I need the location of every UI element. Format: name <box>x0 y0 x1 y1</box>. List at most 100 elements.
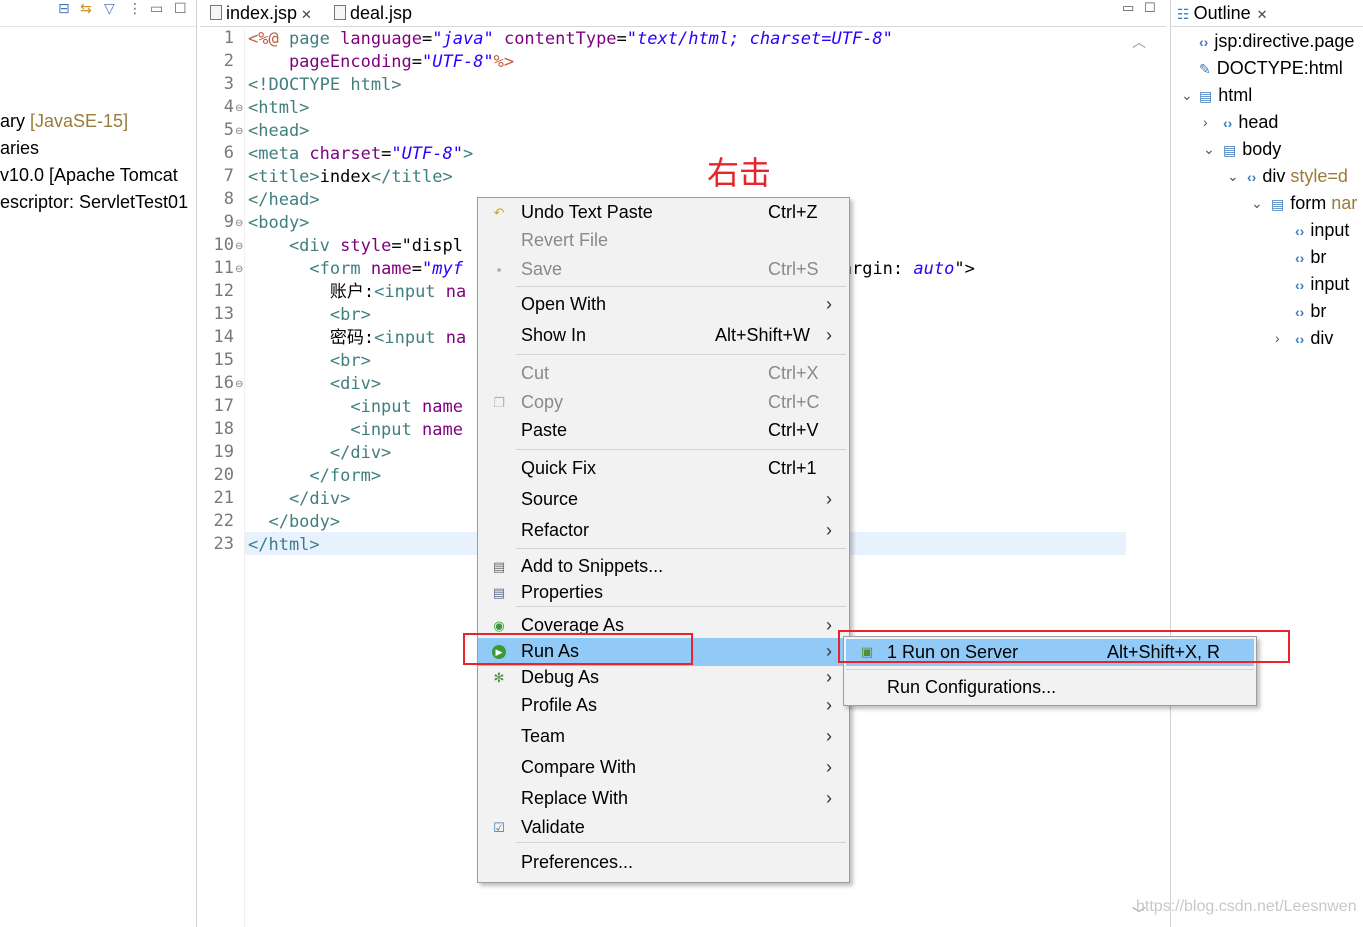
code-line[interactable]: </head> <box>248 189 320 212</box>
tag-icon: ‹› <box>1199 34 1209 50</box>
expand-icon[interactable]: ⌄ <box>1203 141 1215 158</box>
link-editor-icon[interactable]: ⇆ <box>80 0 92 17</box>
collapse-icon[interactable]: › <box>1275 330 1280 346</box>
close-outline-icon[interactable]: ✕ <box>1257 7 1268 22</box>
code-line[interactable]: <br> <box>248 304 371 327</box>
menu-item-refactor[interactable]: Refactor › <box>478 517 849 545</box>
tab-index-jsp[interactable]: index.jsp ✕ <box>204 0 328 26</box>
outline-item[interactable]: ✎ DOCTYPE:html <box>1199 57 1343 80</box>
code-token: 账户: <box>248 282 375 302</box>
outline-item[interactable]: ‹› div style=d <box>1247 165 1348 188</box>
tree-item-tomcat-runtime[interactable]: v10.0 [Apache Tomcat <box>0 164 178 186</box>
menu-item-cut[interactable]: Cut Ctrl+X <box>478 360 849 388</box>
code-line[interactable]: 账户:<input na <box>248 281 466 304</box>
code-line[interactable]: <body> <box>248 212 309 235</box>
tree-item-libraries[interactable]: aries <box>0 137 39 159</box>
code-token: language <box>340 29 423 49</box>
menu-item-open-with[interactable]: Open With › <box>478 291 849 319</box>
editor-maximize-icon[interactable]: ☐ <box>1144 0 1156 16</box>
menu-item-label: Copy <box>521 392 564 412</box>
code-line[interactable]: <div style="displ <box>248 235 463 258</box>
outline-item[interactable]: ‹› div <box>1295 327 1333 350</box>
code-line[interactable]: pageEncoding="UTF-8"%> <box>248 51 514 74</box>
menu-item-validate[interactable]: ☑ Validate <box>478 814 849 842</box>
fold-toggle-icon[interactable]: ⊖ <box>235 126 243 137</box>
menu-item-show-in[interactable]: Show In Alt+Shift+W › <box>478 322 849 350</box>
menu-item-undo-text-paste[interactable]: ↶ Undo Text Paste Ctrl+Z <box>478 199 849 227</box>
outline-item[interactable]: ‹› head <box>1223 111 1278 134</box>
menu-item-revert-file[interactable]: Revert File <box>478 227 849 255</box>
watermark: https://blog.csdn.net/Leesnwen <box>1136 898 1357 915</box>
code-line[interactable]: </div> <box>248 442 391 465</box>
fold-toggle-icon[interactable]: ⊖ <box>235 103 243 114</box>
code-token: "java" <box>432 29 494 49</box>
code-token: <input <box>248 397 422 417</box>
code-line[interactable]: <input name <box>248 419 463 442</box>
menu-item-run-configurations[interactable]: Run Configurations... <box>846 675 1254 702</box>
menu-item-label: Refactor <box>521 520 590 540</box>
tab-deal-jsp[interactable]: deal.jsp <box>328 0 432 26</box>
menu-item-replace-with[interactable]: Replace With › <box>478 785 849 813</box>
menu-item-label: Compare With <box>521 757 637 777</box>
code-line[interactable]: 密码:<input na <box>248 327 466 350</box>
fold-toggle-icon[interactable]: ⊖ <box>235 264 243 275</box>
menu-item-save[interactable]: ▪ Save Ctrl+S <box>478 256 849 284</box>
code-line[interactable]: <head> <box>248 120 309 143</box>
menu-item-profile-as[interactable]: Profile As › <box>478 692 849 720</box>
code-line[interactable]: <!DOCTYPE html> <box>248 74 402 97</box>
menu-item-label: Undo Text Paste <box>521 202 653 222</box>
code-line[interactable]: <%@ page language="java" contentType="te… <box>248 28 893 51</box>
code-line[interactable]: <meta charset="UTF-8"> <box>248 143 473 166</box>
outline-item[interactable]: ‹› input <box>1295 273 1349 296</box>
code-line[interactable]: </body> <box>248 511 340 534</box>
tree-item-jre-library[interactable]: ary [JavaSE-15] <box>0 110 128 132</box>
outline-item[interactable]: ▤ form nar <box>1271 192 1357 215</box>
outline-item[interactable]: ‹› br <box>1295 246 1326 269</box>
outline-item[interactable]: ‹› input <box>1295 219 1349 242</box>
expand-icon[interactable]: ⌄ <box>1227 168 1239 185</box>
expand-icon[interactable]: ⌄ <box>1181 87 1193 104</box>
expand-icon[interactable]: ⌄ <box>1251 195 1263 212</box>
tree-item-deployment-descriptor[interactable]: escriptor: ServletTest01 <box>0 191 188 213</box>
editor-minimize-icon[interactable]: ▭ <box>1122 0 1134 16</box>
code-line[interactable]: <div> <box>248 373 381 396</box>
menu-item-paste[interactable]: Paste Ctrl+V <box>478 417 849 445</box>
code-line[interactable]: <br> <box>248 350 371 373</box>
view-menu-icon[interactable]: ⋮ <box>128 0 142 17</box>
menu-item-add-to-snippets[interactable]: ▤ Add to Snippets... <box>478 553 849 581</box>
fold-toggle-icon[interactable]: ⊖ <box>235 379 243 390</box>
outline-item-attr: style=d <box>1290 166 1348 186</box>
outline-tab[interactable]: ☷ Outline ✕ <box>1171 0 1363 27</box>
code-line[interactable]: </form> <box>248 465 381 488</box>
minimize-icon[interactable]: ▭ <box>150 0 163 17</box>
outline-item[interactable]: ▤ html <box>1199 84 1252 107</box>
code-line[interactable]: </html> <box>248 534 320 557</box>
collapse-icon[interactable]: › <box>1203 114 1208 130</box>
collapse-all-icon[interactable]: ⊟ <box>58 0 70 17</box>
vertical-scrollbar[interactable]: ︿ ﹀ <box>1126 28 1150 927</box>
menu-item-preferences[interactable]: Preferences... <box>478 849 849 877</box>
code-token: <head> <box>248 121 310 141</box>
line-number: 23 <box>213 534 234 554</box>
scroll-up-icon[interactable]: ︿ <box>1132 32 1146 52</box>
code-token: <form <box>248 259 371 279</box>
menu-item-properties[interactable]: ▤ Properties <box>478 579 849 607</box>
outline-item[interactable]: ‹› jsp:directive.page <box>1199 30 1354 53</box>
fold-toggle-icon[interactable]: ⊖ <box>235 218 243 229</box>
close-tab-icon[interactable]: ✕ <box>301 7 312 22</box>
menu-item-debug-as[interactable]: ✻ Debug As › <box>478 664 849 692</box>
menu-item-team[interactable]: Team › <box>478 723 849 751</box>
menu-item-compare-with[interactable]: Compare With › <box>478 754 849 782</box>
menu-item-copy[interactable]: ❐ Copy Ctrl+C <box>478 389 849 417</box>
outline-item[interactable]: ‹› br <box>1295 300 1326 323</box>
fold-toggle-icon[interactable]: ⊖ <box>235 241 243 252</box>
filter-icon[interactable]: ▽ <box>104 0 115 17</box>
menu-item-source[interactable]: Source › <box>478 486 849 514</box>
menu-item-quick-fix[interactable]: Quick Fix Ctrl+1 <box>478 455 849 483</box>
code-line[interactable]: </div> <box>248 488 350 511</box>
code-line[interactable]: <title>index</title> <box>248 166 453 189</box>
code-line[interactable]: <html> <box>248 97 309 120</box>
outline-item[interactable]: ▤ body <box>1223 138 1281 161</box>
copy-icon: ❐ <box>493 395 505 410</box>
maximize-icon[interactable]: ☐ <box>174 0 187 17</box>
